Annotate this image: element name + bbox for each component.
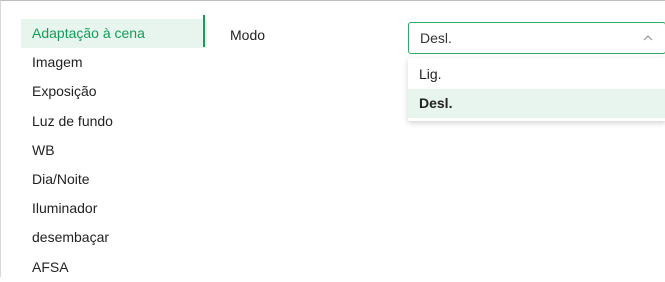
chevron-up-icon [643, 23, 653, 53]
mode-dropdown-menu: Lig. Desl. [408, 58, 665, 121]
sidebar-item-label: Imagem [32, 54, 83, 71]
sidebar-item-luz-de-fundo[interactable]: Luz de fundo [21, 107, 207, 136]
sidebar-item-imagem[interactable]: Imagem [21, 48, 207, 77]
sidebar-item-dia-noite[interactable]: Dia/Noite [21, 165, 207, 194]
mode-option-label: Lig. [419, 66, 442, 82]
active-section-indicator [203, 15, 205, 47]
sidebar-menu: Adaptação à cena Imagem Exposição Luz de… [21, 19, 207, 282]
sidebar-item-label: Adaptação à cena [32, 25, 145, 41]
sidebar-item-label: Iluminador [32, 200, 98, 217]
mode-select[interactable]: Desl. [408, 22, 665, 54]
mode-option-label: Desl. [419, 95, 453, 111]
sidebar-item-iluminador[interactable]: Iluminador [21, 194, 207, 223]
sidebar-item-adaptacao-a-cena[interactable]: Adaptação à cena [21, 19, 207, 49]
sidebar-item-label: Dia/Noite [32, 170, 90, 187]
mode-label: Modo [230, 27, 266, 43]
sidebar-item-exposicao[interactable]: Exposição [21, 77, 207, 106]
mode-option-desl[interactable]: Desl. [408, 89, 665, 118]
sidebar-item-afsa[interactable]: AFSA [21, 253, 207, 282]
sidebar-item-label: Exposição [32, 83, 97, 100]
sidebar-item-label: desembaçar [32, 229, 110, 246]
mode-option-lig[interactable]: Lig. [408, 60, 665, 89]
sidebar-item-label: Luz de fundo [32, 112, 113, 129]
sidebar-item-wb[interactable]: WB [21, 136, 207, 165]
settings-panel: Adaptação à cena Imagem Exposição Luz de… [0, 0, 665, 277]
sidebar-item-desembacar[interactable]: desembaçar [21, 223, 207, 252]
sidebar-item-label: WB [32, 141, 55, 158]
sidebar-item-label: AFSA [32, 258, 69, 275]
mode-select-value: Desl. [420, 30, 452, 46]
